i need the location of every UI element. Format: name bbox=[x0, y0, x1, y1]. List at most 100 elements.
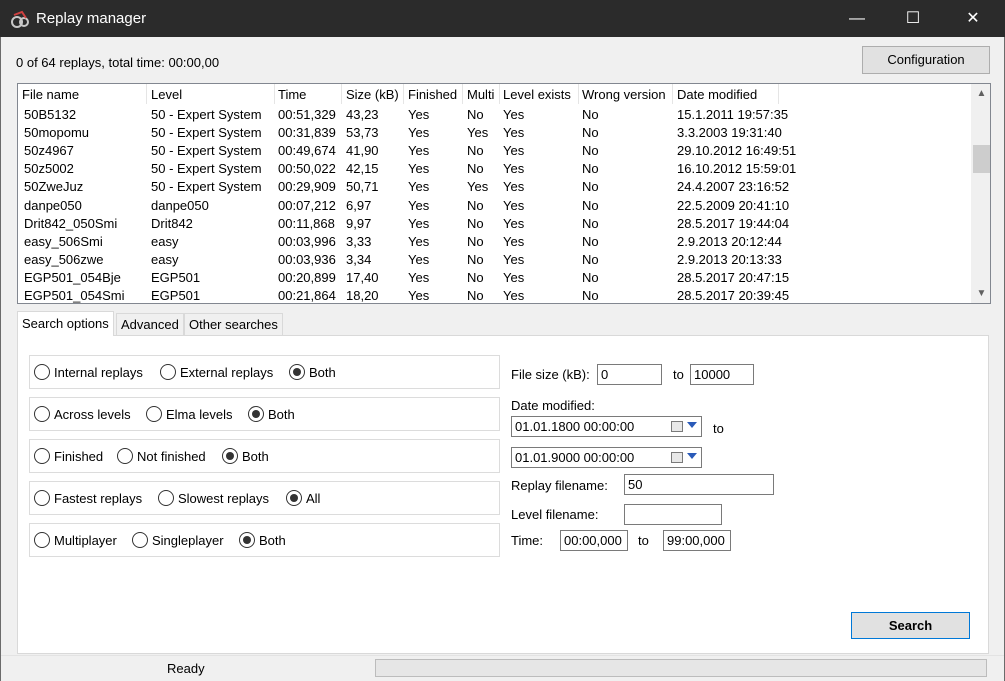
table-row[interactable]: Drit842_050Smi Drit842 00:11,868 9,97 Yes No Y… bbox=[18, 215, 968, 233]
radio-circle[interactable] bbox=[239, 532, 255, 548]
radio-circle[interactable] bbox=[34, 406, 50, 422]
radio-label: Elma levels bbox=[166, 407, 233, 422]
cell-wrong-version: No bbox=[582, 233, 599, 249]
column-header-wrong-version[interactable]: Wrong version bbox=[582, 87, 666, 102]
radio-circle[interactable] bbox=[34, 448, 50, 464]
table-row[interactable]: 50mopomu 50 - Expert System 00:31,839 53,73… bbox=[18, 124, 968, 142]
table-row[interactable]: danpe050 danpe050 00:07,212 6,97 Yes No Yes No 2… bbox=[18, 197, 968, 215]
cell-wrong-version: No bbox=[582, 125, 599, 141]
date-to-picker[interactable]: 01.01.9000 00:00:00 bbox=[511, 447, 702, 468]
column-header-level-exists[interactable]: Level exists bbox=[503, 87, 571, 102]
radio-label: Multiplayer bbox=[54, 533, 117, 548]
table-row[interactable]: EGP501_054Bje EGP501 00:20,899 17,40 Yes No Ye… bbox=[18, 269, 968, 287]
column-separator[interactable] bbox=[341, 84, 342, 104]
tab-advanced[interactable]: Advanced bbox=[116, 313, 184, 335]
tab-search-options[interactable]: Search options bbox=[17, 311, 114, 336]
file-size-from-input[interactable]: 0 bbox=[597, 364, 662, 385]
cell-time: 00:20,899 bbox=[278, 269, 336, 285]
cell-date-modified: 29.10.2012 16:49:51 bbox=[677, 143, 797, 159]
maximize-button[interactable]: ☐ bbox=[890, 0, 936, 37]
column-separator[interactable] bbox=[778, 84, 779, 104]
level-filename-input[interactable] bbox=[624, 504, 722, 525]
cell-level: 50 - Expert System bbox=[151, 125, 262, 141]
cell-multi: No bbox=[467, 288, 484, 303]
replay-filename-input[interactable]: 50 bbox=[624, 474, 774, 495]
date-from-picker[interactable]: 01.01.1800 00:00:00 bbox=[511, 416, 702, 437]
table-row[interactable]: easy_506zwe easy 00:03,936 3,34 Yes No Yes No 2.… bbox=[18, 251, 968, 269]
replay-source-group: Internal replays External replays Both bbox=[29, 355, 500, 389]
cell-multi: No bbox=[467, 269, 484, 285]
tab-other-searches[interactable]: Other searches bbox=[184, 313, 283, 335]
radio-circle[interactable] bbox=[132, 532, 148, 548]
column-separator[interactable] bbox=[274, 84, 275, 104]
column-header-size[interactable]: Size (kB) bbox=[346, 87, 399, 102]
replay-list[interactable]: File name Level Time Size (kB) Finished … bbox=[17, 83, 991, 304]
cell-level-exists: Yes bbox=[503, 125, 525, 141]
column-separator[interactable] bbox=[672, 84, 673, 104]
radio-circle[interactable] bbox=[160, 364, 176, 380]
chevron-down-icon[interactable] bbox=[687, 453, 697, 459]
table-row[interactable]: 50z5002 50 - Expert System 00:50,022 42,15 Y… bbox=[18, 160, 968, 178]
search-button[interactable]: Search bbox=[851, 612, 970, 639]
table-row[interactable]: 50z4967 50 - Expert System 00:49,674 41,90 Y… bbox=[18, 142, 968, 160]
scroll-down-arrow-icon[interactable]: ▼ bbox=[972, 284, 990, 303]
scroll-thumb[interactable] bbox=[973, 145, 990, 173]
list-header: File name Level Time Size (kB) Finished … bbox=[18, 84, 968, 106]
cell-finished: Yes bbox=[408, 288, 430, 303]
column-header-date-modified[interactable]: Date modified bbox=[677, 87, 757, 102]
column-header-file-name[interactable]: File name bbox=[22, 87, 79, 102]
calendar-icon[interactable] bbox=[671, 421, 683, 432]
radio-circle[interactable] bbox=[34, 490, 50, 506]
calendar-icon[interactable] bbox=[671, 452, 683, 463]
cell-time: 00:03,936 bbox=[278, 251, 336, 267]
cell-multi: No bbox=[467, 197, 484, 213]
table-row[interactable]: EGP501_054Smi EGP501 00:21,864 18,20 Yes No Ye… bbox=[18, 287, 968, 303]
column-separator[interactable] bbox=[578, 84, 579, 104]
scroll-up-arrow-icon[interactable]: ▲ bbox=[972, 84, 990, 103]
cell-multi: Yes bbox=[467, 125, 489, 141]
cell-wrong-version: No bbox=[582, 107, 599, 122]
cell-time: 00:49,674 bbox=[278, 143, 336, 159]
cell-finished: Yes bbox=[408, 161, 430, 177]
cell-date-modified: 16.10.2012 15:59:01 bbox=[677, 161, 797, 177]
chevron-down-icon[interactable] bbox=[687, 422, 697, 428]
radio-circle[interactable] bbox=[248, 406, 264, 422]
column-separator[interactable] bbox=[403, 84, 404, 104]
radio-circle[interactable] bbox=[289, 364, 305, 380]
cell-level-exists: Yes bbox=[503, 288, 525, 303]
table-row[interactable]: 50ZweJuz 50 - Expert System 00:29,909 50,71… bbox=[18, 178, 968, 196]
radio-circle[interactable] bbox=[34, 532, 50, 548]
cell-size: 50,71 bbox=[346, 179, 379, 195]
cell-level: Drit842 bbox=[151, 215, 193, 231]
minimize-button[interactable]: — bbox=[834, 0, 880, 37]
table-row[interactable]: 50B5132 50 - Expert System 00:51,329 43,23 Y… bbox=[18, 106, 968, 124]
column-header-level[interactable]: Level bbox=[151, 87, 182, 102]
column-separator[interactable] bbox=[462, 84, 463, 104]
column-separator[interactable] bbox=[146, 84, 147, 104]
cell-wrong-version: No bbox=[582, 288, 599, 303]
radio-circle[interactable] bbox=[222, 448, 238, 464]
column-separator[interactable] bbox=[499, 84, 500, 104]
time-from-input[interactable]: 00:00,000 bbox=[560, 530, 628, 551]
cell-level-exists: Yes bbox=[503, 143, 525, 159]
time-to-input[interactable]: 99:00,000 bbox=[663, 530, 731, 551]
file-size-to-input[interactable]: 10000 bbox=[690, 364, 754, 385]
cell-multi: No bbox=[467, 251, 484, 267]
cell-wrong-version: No bbox=[582, 179, 599, 195]
radio-circle[interactable] bbox=[117, 448, 133, 464]
radio-circle[interactable] bbox=[286, 490, 302, 506]
radio-circle[interactable] bbox=[146, 406, 162, 422]
radio-circle[interactable] bbox=[34, 364, 50, 380]
column-header-multi[interactable]: Multi bbox=[467, 87, 494, 102]
radio-circle[interactable] bbox=[158, 490, 174, 506]
configuration-button[interactable]: Configuration bbox=[862, 46, 990, 74]
column-header-time[interactable]: Time bbox=[278, 87, 306, 102]
column-header-finished[interactable]: Finished bbox=[408, 87, 457, 102]
cell-level-exists: Yes bbox=[503, 107, 525, 122]
radio-label: Internal replays bbox=[54, 365, 143, 380]
close-button[interactable]: ✕ bbox=[950, 0, 996, 37]
cell-size: 3,34 bbox=[346, 251, 372, 267]
table-row[interactable]: easy_506Smi easy 00:03,996 3,33 Yes No Yes No 2.… bbox=[18, 233, 968, 251]
cell-finished: Yes bbox=[408, 179, 430, 195]
vertical-scrollbar[interactable]: ▲ ▼ bbox=[971, 84, 990, 303]
